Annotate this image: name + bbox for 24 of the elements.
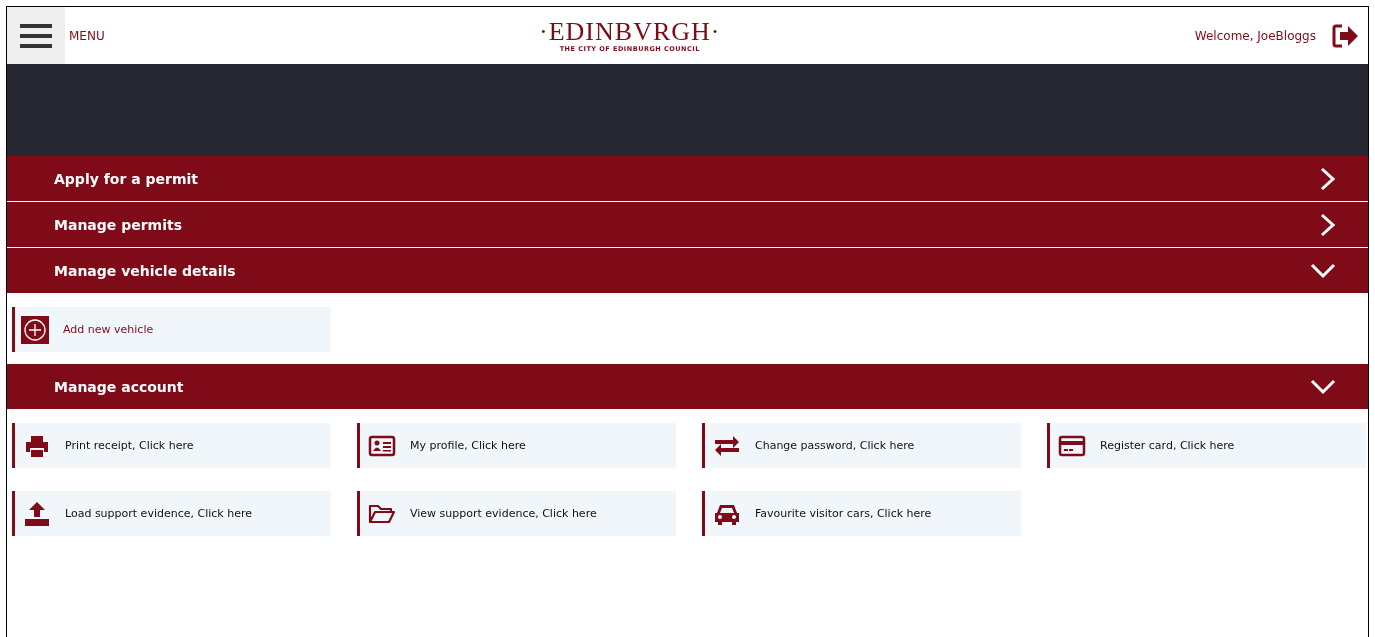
accordion-header[interactable]: Manage permits	[7, 202, 1368, 248]
menu-button[interactable]	[7, 7, 65, 64]
link-tile[interactable]: My profile, Click here	[357, 423, 676, 468]
plus-icon	[21, 315, 49, 344]
menu-icon	[20, 23, 52, 48]
welcome-text: Welcome, JoeBloggs	[1194, 28, 1316, 43]
accordion-header[interactable]: Apply for a permit	[7, 156, 1368, 202]
upload-icon	[23, 499, 51, 528]
menu-label[interactable]: MENU	[69, 28, 105, 43]
link-tile[interactable]: Load support evidence, Click here	[12, 491, 331, 536]
accordion-header[interactable]: Manage vehicle details	[7, 248, 1368, 294]
add-vehicle-button[interactable]: Add new vehicle	[12, 307, 331, 352]
link-tile[interactable]: Favourite visitor cars, Click here	[702, 491, 1021, 536]
logout-icon[interactable]	[1332, 23, 1358, 48]
link-tile[interactable]: Register card, Click here	[1047, 423, 1366, 468]
chevron-down-icon	[1310, 378, 1336, 395]
chevron-down-icon	[1310, 262, 1336, 279]
link-tile[interactable]: Change password, Click here	[702, 423, 1021, 468]
link-tile[interactable]: Print receipt, Click here	[12, 423, 331, 468]
chevron-right-icon	[1320, 212, 1336, 237]
logo-title: ·EDINBVRGH·	[539, 18, 721, 45]
chevron-right-icon	[1320, 166, 1336, 191]
link-tile[interactable]: View support evidence, Click here	[357, 491, 676, 536]
accordion-header[interactable]: Manage account	[7, 364, 1368, 410]
